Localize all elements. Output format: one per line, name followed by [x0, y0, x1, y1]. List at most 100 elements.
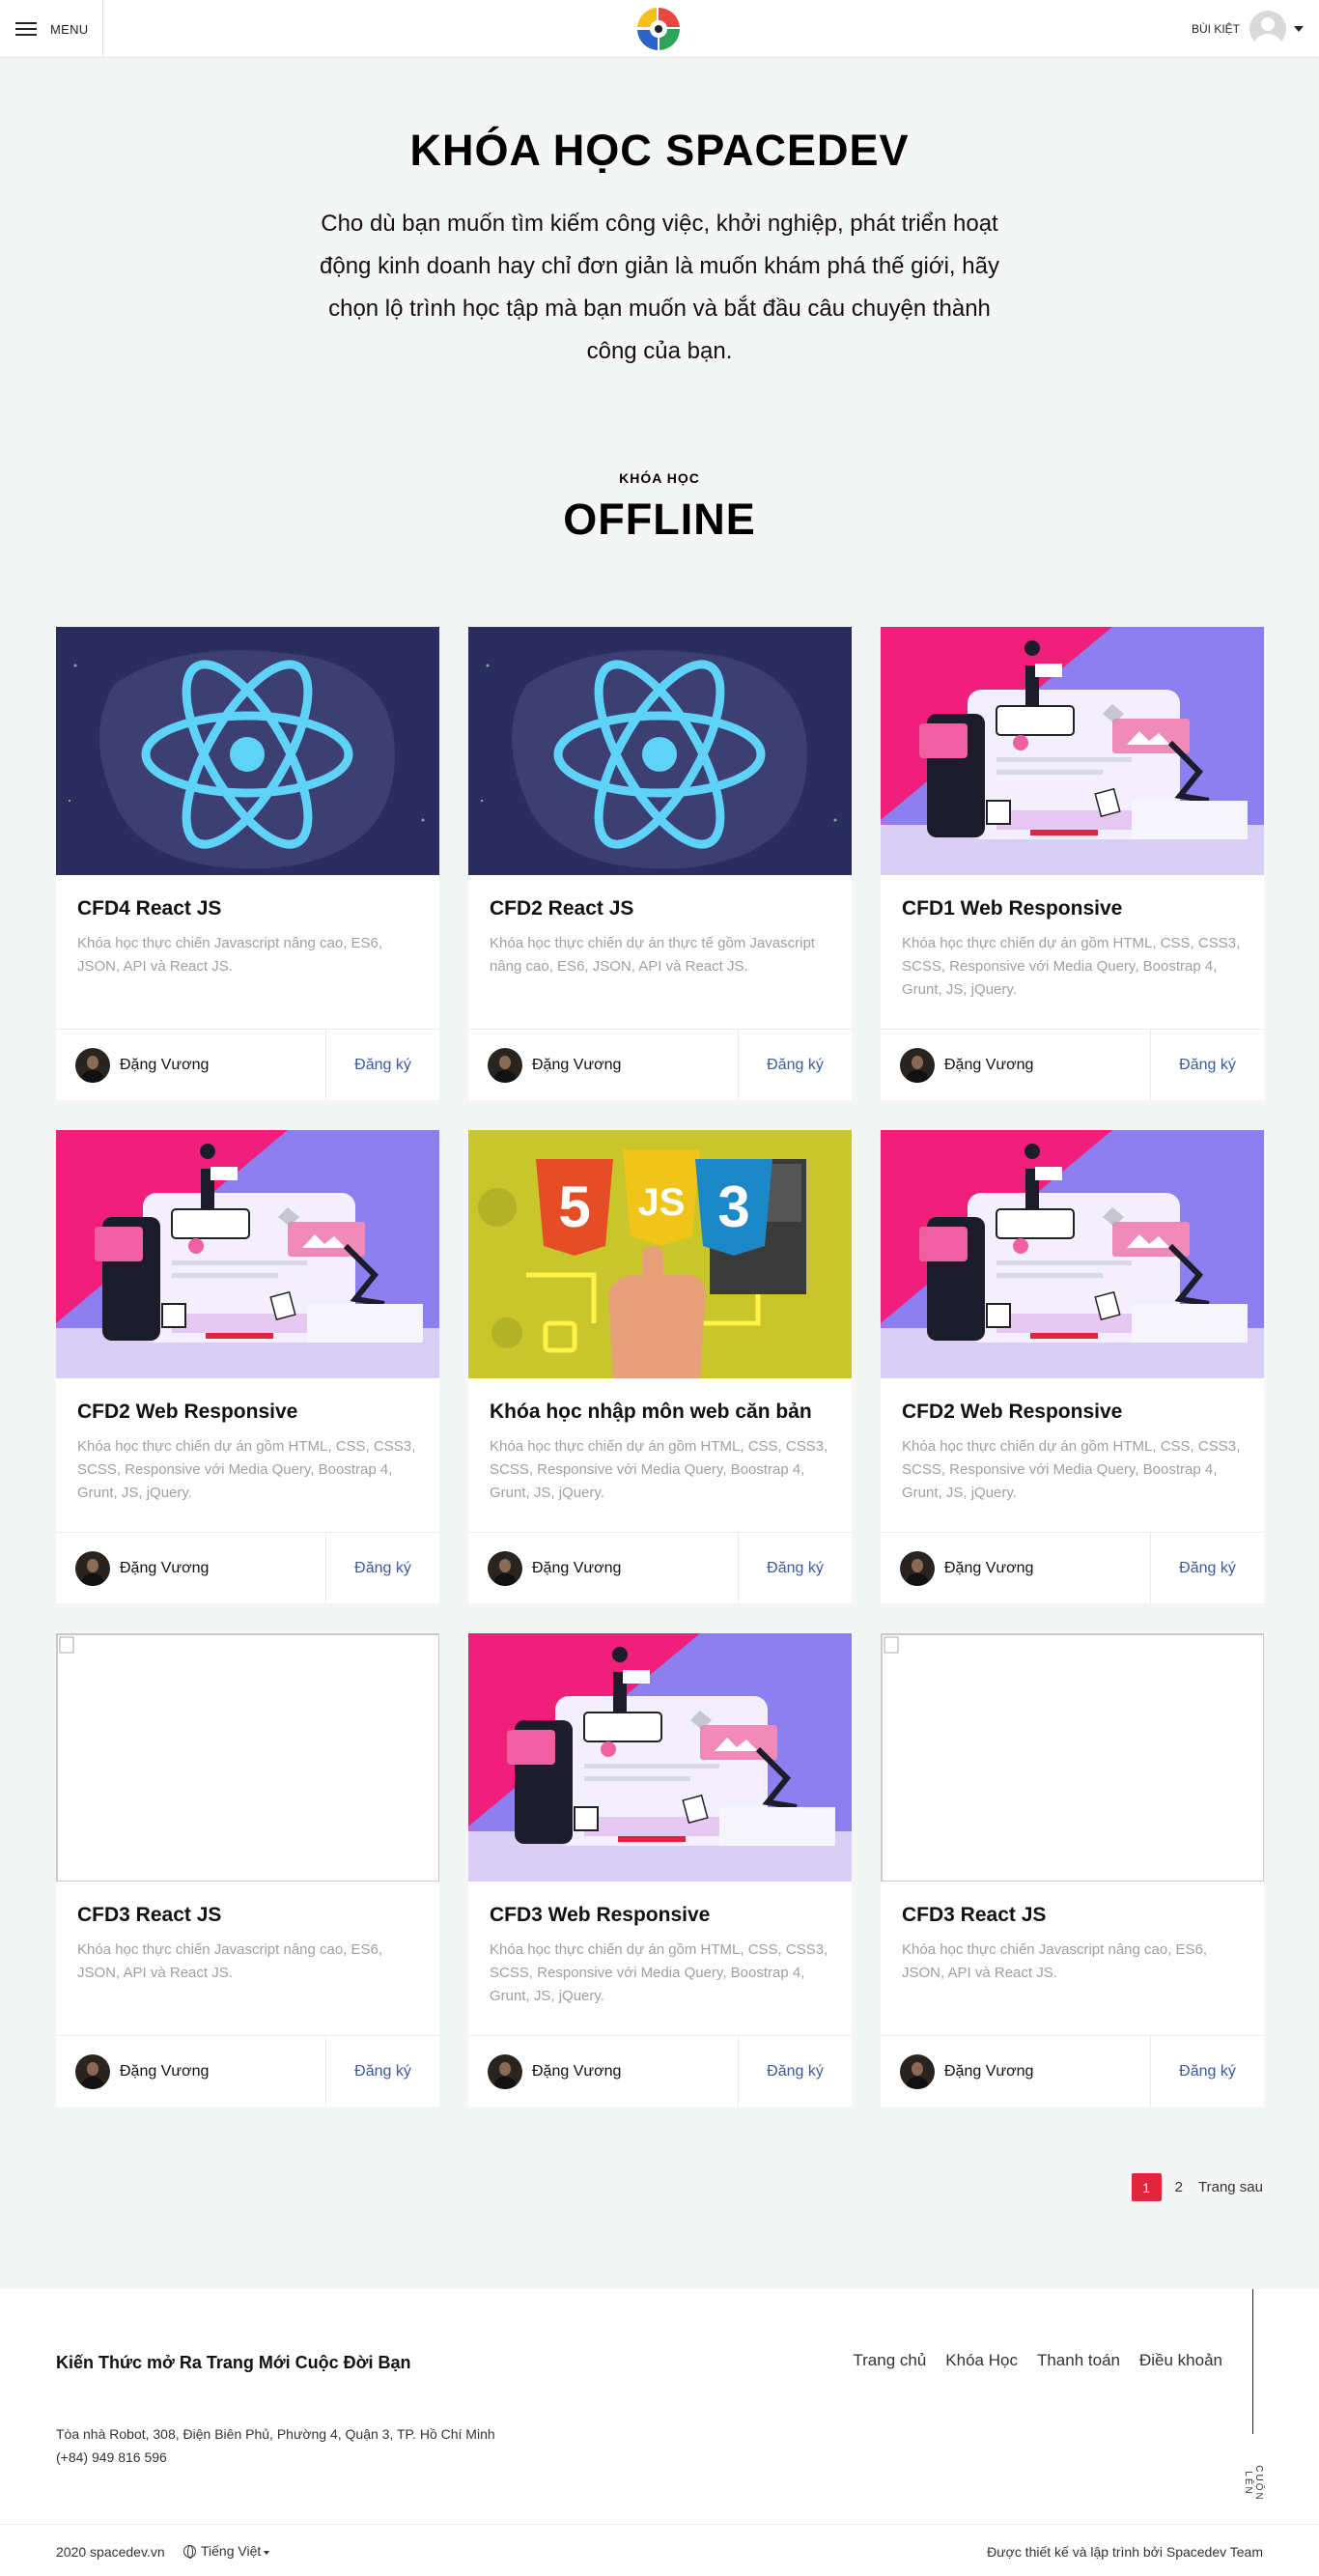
footer-nav: Trang chủ Khóa Học Thanh toán Điều khoản — [833, 2351, 1222, 2370]
course-thumbnail[interactable] — [56, 627, 439, 875]
course-card-footer: Đặng Vương Đăng ký — [468, 1029, 852, 1100]
register-button[interactable]: Đăng ký — [326, 1533, 439, 1603]
section-kicker: KHÓA HỌC — [619, 470, 700, 486]
footer-link-terms[interactable]: Điều khoản — [1139, 2351, 1222, 2370]
avatar — [1249, 11, 1286, 47]
register-button[interactable]: Đăng ký — [739, 1030, 852, 1100]
course-thumbnail[interactable] — [881, 627, 1264, 875]
teacher-info[interactable]: Đặng Vương — [56, 1030, 326, 1100]
course-thumbnail[interactable] — [56, 1633, 439, 1882]
course-title[interactable]: CFD4 React JS — [77, 897, 420, 920]
course-thumbnail[interactable] — [881, 1633, 1264, 1882]
section-title: OFFLINE — [563, 495, 756, 544]
course-title[interactable]: CFD1 Web Responsive — [902, 897, 1245, 920]
scroll-top-button[interactable]: CUỘN LÊN — [1243, 2289, 1264, 2521]
user-menu[interactable]: BÙI KIỆT — [1192, 0, 1304, 58]
chevron-down-icon — [264, 2550, 270, 2555]
register-button[interactable]: Đăng ký — [1151, 1030, 1264, 1100]
page-2-button[interactable]: 2 — [1175, 2179, 1183, 2195]
course-description: Khóa học thực chiến Javascript nâng cao,… — [902, 1941, 1208, 1981]
course-title[interactable]: CFD3 Web Responsive — [490, 1904, 832, 1927]
footer-tagline: Kiến Thức mở Ra Trang Mới Cuộc Đời Bạn — [56, 2353, 411, 2372]
course-thumbnail[interactable] — [881, 1130, 1264, 1378]
register-button[interactable]: Đăng ký — [1151, 2036, 1264, 2107]
avatar — [488, 1550, 522, 1586]
phone-text: (+84) 949 816 596 — [56, 2449, 167, 2465]
course-card[interactable]: CFD3 React JS Khóa học thực chiến Javascr… — [881, 1633, 1264, 2107]
register-button[interactable]: Đăng ký — [739, 1533, 852, 1603]
course-title[interactable]: CFD2 Web Responsive — [902, 1401, 1245, 1424]
menu-button[interactable]: MENU — [0, 0, 103, 58]
teacher-name: Đặng Vương — [944, 1559, 1034, 1576]
course-thumbnail[interactable] — [468, 1633, 852, 1882]
teacher-name: Đặng Vương — [944, 2062, 1034, 2080]
course-thumbnail[interactable] — [56, 1130, 439, 1378]
course-card-footer: Đặng Vương Đăng ký — [56, 1029, 439, 1100]
teacher-info[interactable]: Đặng Vương — [56, 1533, 326, 1603]
course-card-footer: Đặng Vương Đăng ký — [881, 1532, 1264, 1603]
course-card-footer: Đặng Vương Đăng ký — [468, 2035, 852, 2107]
course-card[interactable]: 5 JS 3 Khóa học nhập môn web căn bản Khóa… — [468, 1130, 852, 1603]
teacher-name: Đặng Vương — [944, 1056, 1034, 1073]
footer-link-courses[interactable]: Khóa Học — [945, 2351, 1018, 2370]
course-title[interactable]: Khóa học nhập môn web căn bản — [490, 1401, 832, 1424]
footer-link-home[interactable]: Trang chủ — [853, 2351, 926, 2370]
course-title[interactable]: CFD3 React JS — [77, 1904, 420, 1927]
course-title[interactable]: CFD2 Web Responsive — [77, 1401, 420, 1424]
teacher-info[interactable]: Đặng Vương — [56, 2036, 326, 2107]
teacher-name: Đặng Vương — [120, 1056, 210, 1073]
course-card-footer: Đặng Vương Đăng ký — [56, 2035, 439, 2107]
teacher-info[interactable]: Đặng Vương — [468, 2036, 739, 2107]
course-title[interactable]: CFD3 React JS — [902, 1904, 1245, 1927]
register-button[interactable]: Đăng ký — [326, 2036, 439, 2107]
credit: Được thiết kế và lập trình bởi Spacedev … — [987, 2544, 1263, 2560]
course-card[interactable]: CFD3 Web Responsive Khóa học thực chiến d… — [468, 1633, 852, 2107]
course-card[interactable]: CFD2 React JS Khóa học thực chiến dự án t… — [468, 627, 852, 1100]
svg-text:5: 5 — [558, 1175, 590, 1239]
chevron-down-icon — [1294, 26, 1304, 32]
teacher-info[interactable]: Đặng Vương — [881, 1533, 1151, 1603]
teacher-info[interactable]: Đặng Vương — [881, 1030, 1151, 1100]
register-button[interactable]: Đăng ký — [1151, 1533, 1264, 1603]
copyright: 2020 spacedev.vn — [56, 2544, 165, 2560]
footer: Kiến Thức mở Ra Trang Mới Cuộc Đời Bạn T… — [0, 2289, 1319, 2576]
menu-label: MENU — [50, 21, 89, 37]
course-thumbnail[interactable] — [468, 627, 852, 875]
course-description: Khóa học thực chiến dự án gồm HTML, CSS,… — [490, 1438, 828, 1501]
course-description: Khóa học thực chiến dự án gồm HTML, CSS,… — [902, 935, 1241, 998]
language-selector[interactable]: Tiếng Việt — [183, 2543, 270, 2559]
teacher-info[interactable]: Đặng Vương — [468, 1533, 739, 1603]
hamburger-icon — [15, 22, 37, 36]
scroll-line — [1252, 2289, 1253, 2434]
avatar — [75, 1550, 110, 1586]
course-thumbnail[interactable]: 5 JS 3 — [468, 1130, 852, 1378]
course-description: Khóa học thực chiến dự án gồm HTML, CSS,… — [902, 1438, 1241, 1501]
avatar — [488, 2053, 522, 2089]
teacher-info[interactable]: Đặng Vương — [881, 2036, 1151, 2107]
course-card[interactable]: CFD2 Web Responsive Khóa học thực chiến d… — [881, 1130, 1264, 1603]
avatar — [488, 1047, 522, 1083]
teacher-name: Đặng Vương — [120, 1559, 210, 1576]
register-button[interactable]: Đăng ký — [326, 1030, 439, 1100]
course-card[interactable]: CFD3 React JS Khóa học thực chiến Javascr… — [56, 1633, 439, 2107]
avatar — [900, 1047, 935, 1083]
teacher-name: Đặng Vương — [532, 1056, 622, 1073]
course-card[interactable]: CFD1 Web Responsive Khóa học thực chiến d… — [881, 627, 1264, 1100]
course-card[interactable]: CFD4 React JS Khóa học thực chiến Javascr… — [56, 627, 439, 1100]
course-description: Khóa học thực chiến dự án thực tế gồm Ja… — [490, 935, 815, 975]
svg-text:JS: JS — [638, 1181, 686, 1224]
next-page-link[interactable]: Trang sau — [1198, 2179, 1263, 2195]
svg-text:3: 3 — [717, 1175, 749, 1239]
page-1-button[interactable]: 1 — [1131, 2173, 1162, 2201]
course-card[interactable]: CFD2 Web Responsive Khóa học thực chiến d… — [56, 1130, 439, 1603]
avatar — [900, 2053, 935, 2089]
address-text: Tòa nhà Robot, 308, Điện Biên Phủ, Phườn… — [56, 2426, 495, 2442]
register-button[interactable]: Đăng ký — [739, 2036, 852, 2107]
teacher-info[interactable]: Đặng Vương — [468, 1030, 739, 1100]
logo-icon[interactable] — [632, 4, 685, 54]
course-card-footer: Đặng Vương Đăng ký — [881, 2035, 1264, 2107]
teacher-name: Đặng Vương — [532, 1559, 622, 1576]
footer-link-payment[interactable]: Thanh toán — [1037, 2351, 1120, 2370]
course-title[interactable]: CFD2 React JS — [490, 897, 832, 920]
course-description: Khóa học thực chiến dự án gồm HTML, CSS,… — [490, 1941, 828, 2004]
